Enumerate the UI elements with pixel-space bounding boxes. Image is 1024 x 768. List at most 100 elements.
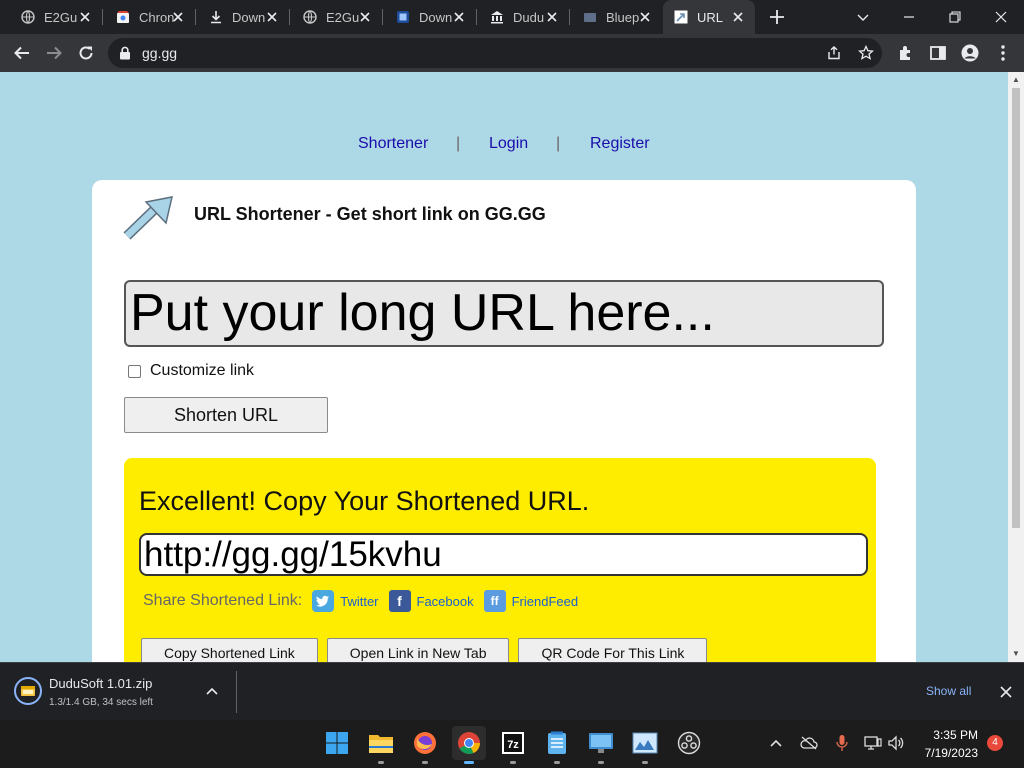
obs-app[interactable]	[676, 730, 702, 756]
taskbar: 7z 3:35 PM 7/19/2023 4	[0, 720, 1024, 768]
tab-4[interactable]: E2Gu	[290, 0, 382, 34]
shortener-card: URL Shortener - Get short link on GG.GG …	[92, 180, 916, 662]
close-icon[interactable]	[545, 10, 559, 24]
nav-separator: |	[456, 135, 461, 152]
result-panel: Excellent! Copy Your Shortened URL. http…	[124, 458, 876, 662]
star-icon[interactable]	[858, 45, 874, 61]
chrome-app[interactable]	[452, 726, 486, 760]
close-icon[interactable]	[452, 10, 466, 24]
reload-icon[interactable]	[76, 43, 96, 63]
tab-5[interactable]: Down	[383, 0, 476, 34]
clock-date[interactable]: 7/19/2023	[918, 746, 978, 760]
notification-badge[interactable]: 4	[987, 735, 1003, 751]
photos-app[interactable]	[632, 730, 658, 756]
start-button[interactable]	[324, 730, 350, 756]
twitter-icon	[312, 590, 335, 612]
scroll-down-icon[interactable]: ▼	[1012, 650, 1020, 658]
web-page: Shortener | Login | Register URL Shorten…	[0, 72, 1008, 662]
long-url-input[interactable]: Put your long URL here...	[124, 280, 884, 347]
share-label: Share Shortened Link:	[143, 592, 303, 609]
tab-url-shortener[interactable]: URL S	[663, 0, 755, 34]
extensions-icon[interactable]	[896, 43, 916, 63]
profile-icon[interactable]	[960, 43, 980, 63]
globe-icon	[302, 9, 318, 25]
close-icon[interactable]	[171, 10, 185, 24]
chrome-icon	[458, 732, 480, 754]
qr-code-button[interactable]: QR Code For This Link	[518, 638, 708, 662]
tab-search-button[interactable]	[840, 0, 886, 34]
menu-icon[interactable]	[993, 43, 1013, 63]
close-icon[interactable]	[78, 10, 92, 24]
download-icon	[208, 9, 224, 25]
7zip-icon: 7z	[502, 732, 524, 754]
tab-6[interactable]: Dudu	[477, 0, 569, 34]
page-scrollbar[interactable]: ▲ ▼	[1008, 72, 1024, 662]
close-icon	[995, 11, 1007, 23]
scroll-up-icon[interactable]: ▲	[1012, 76, 1020, 84]
firefox-app[interactable]	[412, 730, 438, 756]
facebook-label[interactable]: Facebook	[417, 594, 474, 609]
nav-shortener-link[interactable]: Shortener	[358, 135, 428, 153]
notepad-app[interactable]	[544, 730, 570, 756]
restore-icon	[949, 11, 961, 23]
network-icon[interactable]	[864, 734, 882, 752]
firefox-icon	[414, 732, 436, 754]
minimize-icon	[904, 16, 914, 18]
close-icon[interactable]	[638, 10, 652, 24]
chevron-up-icon[interactable]	[204, 684, 220, 700]
nav-register-link[interactable]: Register	[590, 135, 650, 153]
customize-checkbox[interactable]	[128, 364, 141, 378]
scrollbar-thumb[interactable]	[1012, 88, 1020, 528]
zip-file-icon[interactable]	[14, 677, 42, 705]
friendfeed-icon: ff	[483, 590, 506, 612]
arrow-logo-icon	[123, 196, 173, 240]
tab-3[interactable]: Down	[196, 0, 289, 34]
customize-link-option[interactable]: Customize link	[128, 362, 254, 380]
page-title: URL Shortener - Get short link on GG.GG	[194, 204, 546, 224]
short-url-field[interactable]: http://gg.gg/15kvhu	[139, 533, 868, 576]
nav-login-link[interactable]: Login	[489, 135, 528, 153]
tab-7[interactable]: Bluep	[570, 0, 662, 34]
cloud-off-icon[interactable]	[800, 734, 818, 752]
back-icon[interactable]	[12, 43, 32, 63]
tab-2[interactable]: Chron	[103, 0, 195, 34]
side-panel-icon[interactable]	[928, 43, 948, 63]
friendfeed-label[interactable]: FriendFeed	[512, 594, 578, 609]
close-window-button[interactable]	[978, 0, 1024, 34]
close-icon[interactable]	[999, 685, 1013, 699]
lock-icon[interactable]	[119, 46, 131, 60]
file-explorer-app[interactable]	[368, 730, 394, 756]
download-file-name[interactable]: DuduSoft 1.01.zip	[49, 676, 152, 691]
new-tab-icon[interactable]	[766, 6, 788, 28]
restore-button[interactable]	[932, 0, 978, 34]
minimize-button[interactable]	[886, 0, 932, 34]
forward-icon[interactable]	[44, 43, 64, 63]
share-twitter-link[interactable]: Twitter	[312, 590, 379, 612]
tab-1[interactable]: E2Gu	[0, 0, 102, 34]
share-friendfeed-link[interactable]: ff FriendFeed	[483, 590, 578, 612]
show-hidden-icons-icon[interactable]	[767, 734, 785, 752]
url-text[interactable]: gg.gg	[142, 45, 177, 61]
address-bar[interactable]: gg.gg	[108, 38, 882, 68]
7zip-app[interactable]: 7z	[500, 730, 526, 756]
close-icon[interactable]	[265, 10, 279, 24]
microphone-icon[interactable]	[833, 734, 851, 752]
clock-time[interactable]: 3:35 PM	[932, 728, 978, 742]
copy-link-button[interactable]: Copy Shortened Link	[141, 638, 318, 662]
folder-icon	[369, 735, 393, 753]
share-icon[interactable]	[826, 45, 842, 61]
customize-label: Customize link	[150, 362, 255, 379]
volume-icon[interactable]	[887, 734, 905, 752]
remote-desktop-app[interactable]	[588, 730, 614, 756]
share-facebook-link[interactable]: f Facebook	[388, 590, 474, 612]
shorten-url-button[interactable]: Shorten URL	[124, 397, 328, 433]
close-icon[interactable]	[731, 10, 745, 24]
open-in-new-tab-button[interactable]: Open Link in New Tab	[326, 638, 510, 662]
show-all-button[interactable]: Show all	[926, 684, 971, 698]
twitter-label[interactable]: Twitter	[340, 594, 378, 609]
svg-text:7z: 7z	[507, 739, 519, 751]
notepad-icon	[548, 731, 566, 754]
chrome-store-icon	[115, 9, 131, 25]
chart-window-icon	[632, 732, 658, 754]
close-icon[interactable]	[358, 10, 372, 24]
